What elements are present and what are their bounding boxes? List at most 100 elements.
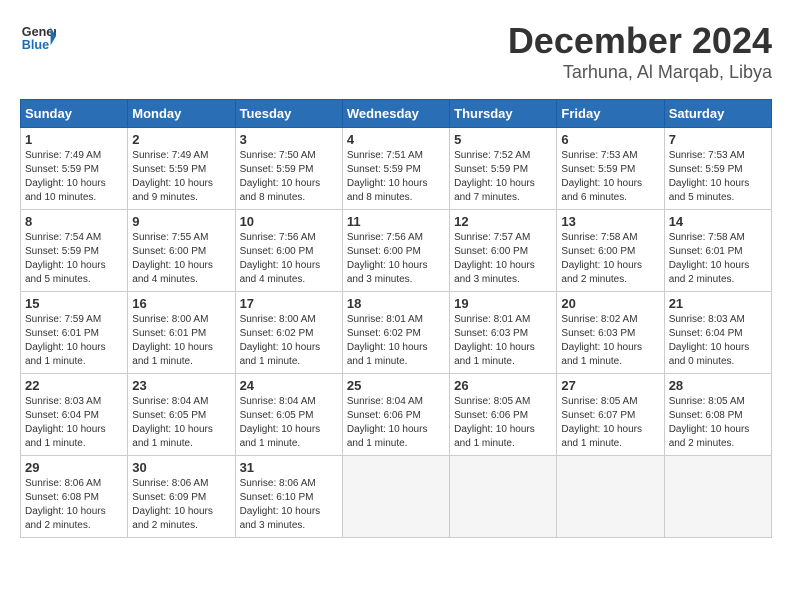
calendar-cell: 10 Sunrise: 7:56 AMSunset: 6:00 PMDayligh… [235,210,342,292]
day-number: 28 [669,378,767,393]
day-info: Sunrise: 8:06 AMSunset: 6:08 PMDaylight:… [25,477,123,533]
day-of-week-header: Saturday [664,100,771,128]
day-info: Sunrise: 7:51 AMSunset: 5:59 PMDaylight:… [347,149,445,205]
calendar-week-row: 29 Sunrise: 8:06 AMSunset: 6:08 PMDayligh… [21,456,772,538]
day-info: Sunrise: 8:05 AMSunset: 6:06 PMDaylight:… [454,395,552,451]
calendar-cell [664,456,771,538]
day-info: Sunrise: 8:04 AMSunset: 6:05 PMDaylight:… [132,395,230,451]
calendar-cell: 27 Sunrise: 8:05 AMSunset: 6:07 PMDayligh… [557,374,664,456]
day-number: 10 [240,214,338,229]
day-number: 15 [25,296,123,311]
day-info: Sunrise: 8:01 AMSunset: 6:02 PMDaylight:… [347,313,445,369]
day-info: Sunrise: 8:04 AMSunset: 6:05 PMDaylight:… [240,395,338,451]
day-number: 16 [132,296,230,311]
day-info: Sunrise: 7:58 AMSunset: 6:00 PMDaylight:… [561,231,659,287]
calendar-cell: 15 Sunrise: 7:59 AMSunset: 6:01 PMDayligh… [21,292,128,374]
location-title: Tarhuna, Al Marqab, Libya [508,62,772,83]
calendar-cell: 1 Sunrise: 7:49 AMSunset: 5:59 PMDaylight… [21,128,128,210]
calendar-header-row: SundayMondayTuesdayWednesdayThursdayFrid… [21,100,772,128]
day-info: Sunrise: 7:53 AMSunset: 5:59 PMDaylight:… [561,149,659,205]
day-number: 7 [669,132,767,147]
day-number: 19 [454,296,552,311]
day-of-week-header: Monday [128,100,235,128]
calendar-week-row: 8Sunrise: 7:54 AMSunset: 5:59 PMDaylight… [21,210,772,292]
calendar-cell [342,456,449,538]
calendar-cell: 23 Sunrise: 8:04 AMSunset: 6:05 PMDayligh… [128,374,235,456]
day-info: Sunrise: 8:06 AMSunset: 6:10 PMDaylight:… [240,477,338,533]
calendar-cell: 4Sunrise: 7:51 AMSunset: 5:59 PMDaylight… [342,128,449,210]
calendar-cell: 7 Sunrise: 7:53 AMSunset: 5:59 PMDaylight… [664,128,771,210]
calendar-cell: 22 Sunrise: 8:03 AMSunset: 6:04 PMDayligh… [21,374,128,456]
day-info: Sunrise: 7:56 AMSunset: 6:00 PMDaylight:… [240,231,338,287]
calendar-cell: 12 Sunrise: 7:57 AMSunset: 6:00 PMDayligh… [450,210,557,292]
calendar-cell [557,456,664,538]
calendar-cell: 20Sunrise: 8:02 AMSunset: 6:03 PMDayligh… [557,292,664,374]
day-number: 17 [240,296,338,311]
day-number: 6 [561,132,659,147]
day-info: Sunrise: 7:53 AMSunset: 5:59 PMDaylight:… [669,149,767,205]
day-info: Sunrise: 8:03 AMSunset: 6:04 PMDaylight:… [25,395,123,451]
day-info: Sunrise: 8:06 AMSunset: 6:09 PMDaylight:… [132,477,230,533]
calendar-cell: 3Sunrise: 7:50 AMSunset: 5:59 PMDaylight… [235,128,342,210]
day-of-week-header: Sunday [21,100,128,128]
calendar-cell: 2Sunrise: 7:49 AMSunset: 5:59 PMDaylight… [128,128,235,210]
day-number: 1 [25,132,123,147]
day-info: Sunrise: 7:52 AMSunset: 5:59 PMDaylight:… [454,149,552,205]
day-info: Sunrise: 8:04 AMSunset: 6:06 PMDaylight:… [347,395,445,451]
day-info: Sunrise: 8:05 AMSunset: 6:07 PMDaylight:… [561,395,659,451]
day-number: 14 [669,214,767,229]
day-info: Sunrise: 8:03 AMSunset: 6:04 PMDaylight:… [669,313,767,369]
page-header: General Blue December 2024 Tarhuna, Al M… [20,20,772,83]
day-info: Sunrise: 7:57 AMSunset: 6:00 PMDaylight:… [454,231,552,287]
calendar-cell [450,456,557,538]
day-info: Sunrise: 7:50 AMSunset: 5:59 PMDaylight:… [240,149,338,205]
day-info: Sunrise: 7:49 AMSunset: 5:59 PMDaylight:… [25,149,123,205]
month-title: December 2024 [508,20,772,62]
day-info: Sunrise: 7:54 AMSunset: 5:59 PMDaylight:… [25,231,123,287]
calendar-cell: 21 Sunrise: 8:03 AMSunset: 6:04 PMDayligh… [664,292,771,374]
calendar-cell: 28 Sunrise: 8:05 AMSunset: 6:08 PMDayligh… [664,374,771,456]
day-number: 23 [132,378,230,393]
calendar-cell: 29 Sunrise: 8:06 AMSunset: 6:08 PMDayligh… [21,456,128,538]
day-info: Sunrise: 7:49 AMSunset: 5:59 PMDaylight:… [132,149,230,205]
day-number: 22 [25,378,123,393]
svg-text:Blue: Blue [22,38,49,52]
calendar-cell: 8Sunrise: 7:54 AMSunset: 5:59 PMDaylight… [21,210,128,292]
day-info: Sunrise: 8:00 AMSunset: 6:02 PMDaylight:… [240,313,338,369]
day-number: 31 [240,460,338,475]
calendar-cell: 16 Sunrise: 8:00 AMSunset: 6:01 PMDayligh… [128,292,235,374]
calendar-cell: 26 Sunrise: 8:05 AMSunset: 6:06 PMDayligh… [450,374,557,456]
calendar-week-row: 1 Sunrise: 7:49 AMSunset: 5:59 PMDaylight… [21,128,772,210]
calendar-cell: 14 Sunrise: 7:58 AMSunset: 6:01 PMDayligh… [664,210,771,292]
day-info: Sunrise: 7:55 AMSunset: 6:00 PMDaylight:… [132,231,230,287]
day-number: 18 [347,296,445,311]
day-number: 29 [25,460,123,475]
calendar-cell: 6 Sunrise: 7:53 AMSunset: 5:59 PMDaylight… [557,128,664,210]
calendar-body: 1 Sunrise: 7:49 AMSunset: 5:59 PMDaylight… [21,128,772,538]
day-number: 21 [669,296,767,311]
logo: General Blue [20,20,56,56]
day-number: 11 [347,214,445,229]
day-info: Sunrise: 7:59 AMSunset: 6:01 PMDaylight:… [25,313,123,369]
calendar-cell: 30Sunrise: 8:06 AMSunset: 6:09 PMDayligh… [128,456,235,538]
calendar-cell: 5Sunrise: 7:52 AMSunset: 5:59 PMDaylight… [450,128,557,210]
calendar-cell: 17 Sunrise: 8:00 AMSunset: 6:02 PMDayligh… [235,292,342,374]
day-info: Sunrise: 8:01 AMSunset: 6:03 PMDaylight:… [454,313,552,369]
calendar-cell: 18 Sunrise: 8:01 AMSunset: 6:02 PMDayligh… [342,292,449,374]
day-number: 26 [454,378,552,393]
logo-icon: General Blue [20,20,56,56]
day-number: 27 [561,378,659,393]
calendar-cell: 9Sunrise: 7:55 AMSunset: 6:00 PMDaylight… [128,210,235,292]
calendar-week-row: 22 Sunrise: 8:03 AMSunset: 6:04 PMDayligh… [21,374,772,456]
day-of-week-header: Tuesday [235,100,342,128]
day-info: Sunrise: 8:00 AMSunset: 6:01 PMDaylight:… [132,313,230,369]
day-number: 13 [561,214,659,229]
day-number: 25 [347,378,445,393]
day-info: Sunrise: 8:05 AMSunset: 6:08 PMDaylight:… [669,395,767,451]
day-info: Sunrise: 7:56 AMSunset: 6:00 PMDaylight:… [347,231,445,287]
day-info: Sunrise: 7:58 AMSunset: 6:01 PMDaylight:… [669,231,767,287]
day-of-week-header: Thursday [450,100,557,128]
calendar-cell: 24Sunrise: 8:04 AMSunset: 6:05 PMDayligh… [235,374,342,456]
day-of-week-header: Friday [557,100,664,128]
day-number: 12 [454,214,552,229]
